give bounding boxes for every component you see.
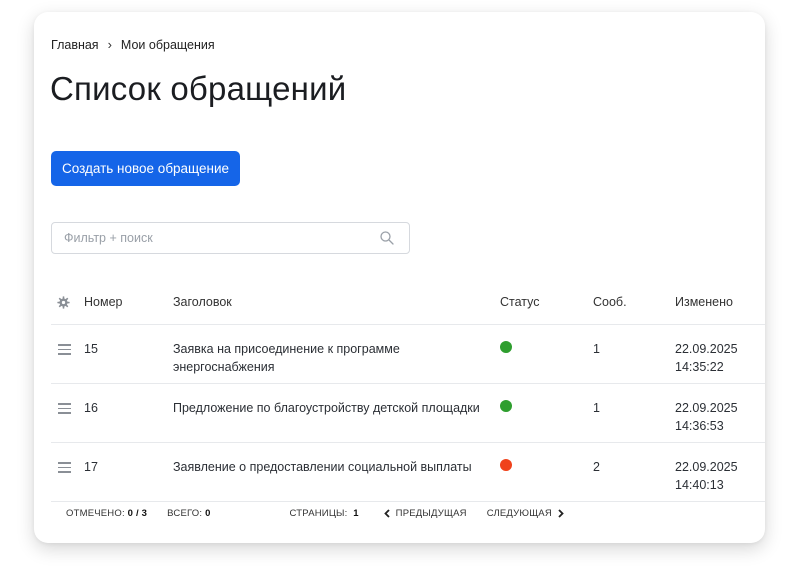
- search-box[interactable]: [51, 222, 410, 254]
- status-cell: [500, 383, 593, 443]
- selected-value: 0 / 3: [127, 508, 148, 519]
- status-cell: [500, 324, 593, 384]
- number-cell: 15: [84, 324, 173, 384]
- column-header-title[interactable]: Заголовок: [173, 280, 500, 325]
- search-input[interactable]: [52, 224, 379, 252]
- drag-cell: [51, 383, 84, 443]
- status-cell: [500, 442, 593, 502]
- drag-cell: [51, 442, 84, 502]
- request-title-line1[interactable]: Заявка на присоединение к программе: [173, 340, 500, 358]
- messages-count: 2: [593, 460, 600, 474]
- next-page-label: СЛЕДУЮЩАЯ: [486, 508, 552, 519]
- prev-page-label: ПРЕДЫДУЩАЯ: [395, 508, 467, 519]
- gear-icon[interactable]: [57, 296, 70, 309]
- drag-handle-icon[interactable]: [58, 344, 71, 358]
- total-value: 0: [205, 508, 211, 519]
- request-title-line2[interactable]: энергоснабжения: [173, 358, 500, 376]
- prev-page-button[interactable]: ПРЕДЫДУЩАЯ: [383, 508, 467, 519]
- selected-label: ОТМЕЧЕНО:: [66, 508, 125, 519]
- modified-time: 14:40:13: [675, 478, 724, 492]
- chevron-left-icon: [383, 509, 390, 518]
- modified-cell: 22.09.2025 14:36:53: [675, 383, 765, 443]
- requests-table: Номер Заголовок Статус Сооб. Изменено 15…: [51, 280, 765, 502]
- modified-time: 14:36:53: [675, 419, 724, 433]
- messages-cell: 1: [593, 383, 675, 443]
- breadcrumb-current: Мои обращения: [120, 37, 215, 52]
- column-header-modified[interactable]: Изменено: [675, 280, 765, 325]
- column-header-messages[interactable]: Сооб.: [593, 280, 675, 325]
- status-dot: [500, 341, 512, 353]
- modified-date: 22.09.2025: [675, 342, 738, 356]
- chevron-right-icon: [558, 509, 564, 518]
- create-request-button[interactable]: Создать новое обращение: [51, 151, 241, 186]
- drag-handle-icon[interactable]: [58, 462, 71, 476]
- search-icon[interactable]: [379, 230, 395, 246]
- title-cell: Заявка на присоединение к программе энерг…: [173, 324, 500, 384]
- table-footer: ОТМЕЧЕНО: 0 / 3 ВСЕГО: 0 СТРАНИЦЫ: 1 ПРЕ…: [66, 508, 565, 519]
- settings-header-cell: [51, 280, 84, 325]
- modified-date: 22.09.2025: [675, 401, 738, 415]
- status-dot: [500, 459, 512, 471]
- page-title: Список обращений: [50, 70, 347, 107]
- breadcrumb-separator-icon: ›: [107, 37, 112, 52]
- breadcrumb: Главная › Мои обращения: [51, 37, 215, 52]
- title-cell: Заявление о предоставлении социальной вы…: [173, 442, 500, 502]
- pages-label: СТРАНИЦЫ:: [289, 508, 348, 519]
- table-row[interactable]: 16 Предложение по благоустройству детско…: [51, 383, 765, 443]
- messages-cell: 1: [593, 324, 675, 384]
- table-row[interactable]: 17 Заявление о предоставлении социальной…: [51, 442, 765, 502]
- total-label: ВСЕГО:: [167, 508, 203, 519]
- breadcrumb-home-link[interactable]: Главная: [51, 38, 99, 52]
- request-number: 15: [84, 342, 98, 356]
- request-number: 17: [84, 460, 98, 474]
- column-header-number[interactable]: Номер: [84, 280, 173, 325]
- next-page-button[interactable]: СЛЕДУЮЩАЯ: [487, 508, 565, 519]
- request-title-line1[interactable]: Предложение по благоустройству детской п…: [173, 399, 500, 417]
- request-title-line1[interactable]: Заявление о предоставлении социальной вы…: [173, 458, 500, 476]
- request-number: 16: [84, 401, 98, 415]
- title-cell: Предложение по благоустройству детской п…: [173, 383, 500, 443]
- modified-date: 22.09.2025: [675, 460, 738, 474]
- table-header-row: Номер Заголовок Статус Сооб. Изменено: [51, 280, 765, 325]
- modified-time: 14:35:22: [675, 360, 724, 374]
- messages-count: 1: [593, 401, 600, 415]
- modified-cell: 22.09.2025 14:40:13: [675, 442, 765, 502]
- column-header-status[interactable]: Статус: [500, 280, 593, 325]
- drag-cell: [51, 324, 84, 384]
- drag-handle-icon[interactable]: [58, 403, 71, 417]
- status-dot: [500, 400, 512, 412]
- number-cell: 17: [84, 442, 173, 502]
- table-row[interactable]: 15 Заявка на присоединение к программе эн…: [51, 324, 765, 384]
- messages-cell: 2: [593, 442, 675, 502]
- requests-card: Главная › Мои обращения Список обращений…: [34, 12, 765, 543]
- pages-value[interactable]: 1: [353, 508, 358, 519]
- modified-cell: 22.09.2025 14:35:22: [675, 324, 765, 384]
- number-cell: 16: [84, 383, 173, 443]
- messages-count: 1: [593, 342, 600, 356]
